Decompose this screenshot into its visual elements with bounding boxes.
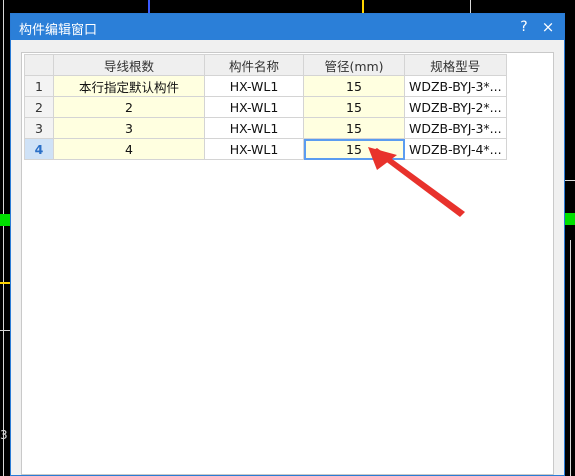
cell-wire-count[interactable]: 3 <box>53 117 205 139</box>
table-row[interactable]: 3 3 HX-WL1 15 WDZB-BYJ-3*... <box>24 117 507 139</box>
cell-component-name[interactable]: HX-WL1 <box>204 138 304 160</box>
column-header-wire-count[interactable]: 导线根数 <box>53 54 205 76</box>
cad-line <box>148 0 150 13</box>
cell-spec-model[interactable]: WDZB-BYJ-3*... <box>404 117 507 139</box>
cell-component-name[interactable]: HX-WL1 <box>204 75 304 97</box>
cell-spec-model[interactable]: WDZB-BYJ-4*... <box>404 138 507 160</box>
cad-line <box>570 240 571 476</box>
cad-line <box>565 180 575 181</box>
cad-edge-text: 3 <box>0 428 8 442</box>
column-header-pipe-diameter[interactable]: 管径(mm) <box>303 54 405 76</box>
cell-component-name[interactable]: HX-WL1 <box>204 96 304 118</box>
table-row[interactable]: 2 2 HX-WL1 15 WDZB-BYJ-2*... <box>24 96 507 118</box>
close-button[interactable]: × <box>538 17 558 37</box>
cad-line <box>0 330 10 331</box>
cell-spec-model[interactable]: WDZB-BYJ-2*... <box>404 96 507 118</box>
corner-header[interactable] <box>24 54 54 76</box>
cad-line <box>362 0 364 13</box>
cell-pipe-diameter[interactable]: 15 <box>303 96 405 118</box>
cad-line <box>470 0 471 13</box>
cad-line <box>0 214 10 226</box>
cell-wire-count[interactable]: 本行指定默认构件 <box>53 75 205 97</box>
help-button[interactable]: ? <box>514 17 534 37</box>
row-number[interactable]: 3 <box>24 117 54 139</box>
component-table: 导线根数 构件名称 管径(mm) 规格型号 1 本行指定默认构件 HX-WL1 … <box>24 54 507 160</box>
cell-wire-count[interactable]: 2 <box>53 96 205 118</box>
grid-area: 导线根数 构件名称 管径(mm) 规格型号 1 本行指定默认构件 HX-WL1 … <box>21 52 554 475</box>
cad-line <box>565 213 575 225</box>
cell-component-name[interactable]: HX-WL1 <box>204 117 304 139</box>
column-header-component-name[interactable]: 构件名称 <box>204 54 304 76</box>
row-number[interactable]: 2 <box>24 96 54 118</box>
cell-pipe-diameter[interactable]: 15 <box>303 75 405 97</box>
cad-line <box>0 282 10 284</box>
cell-pipe-diameter-selected[interactable]: 15 <box>303 138 405 160</box>
row-number[interactable]: 1 <box>24 75 54 97</box>
cell-pipe-diameter[interactable]: 15 <box>303 117 405 139</box>
title-bar[interactable]: 构件编辑窗口 ? × <box>11 14 564 40</box>
column-header-spec-model[interactable]: 规格型号 <box>404 54 507 76</box>
table-row[interactable]: 1 本行指定默认构件 HX-WL1 15 WDZB-BYJ-3*... <box>24 75 507 97</box>
cell-spec-model[interactable]: WDZB-BYJ-3*... <box>404 75 507 97</box>
component-edit-window: 构件编辑窗口 ? × 导线根数 构件名称 管径(mm) 规格型号 1 本行指定默… <box>10 13 565 476</box>
window-title: 构件编辑窗口 <box>19 23 98 38</box>
row-number[interactable]: 4 <box>24 138 54 160</box>
cad-line <box>3 0 4 476</box>
cell-wire-count[interactable]: 4 <box>53 138 205 160</box>
table-row[interactable]: 4 4 HX-WL1 15 WDZB-BYJ-4*... <box>24 138 507 160</box>
